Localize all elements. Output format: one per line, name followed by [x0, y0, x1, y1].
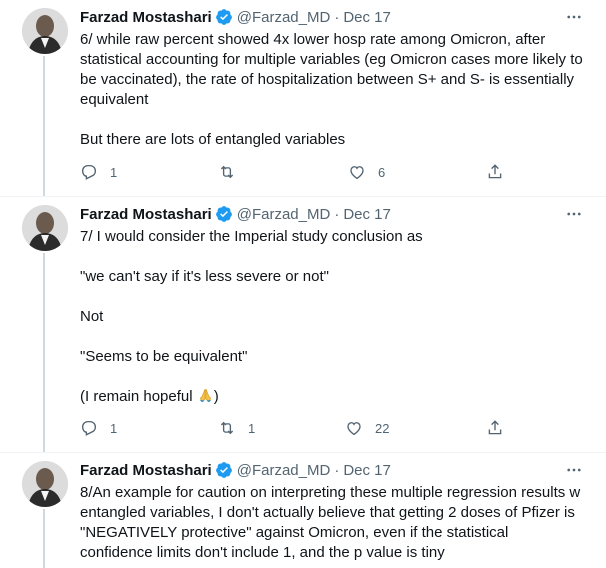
share-button[interactable] [486, 161, 504, 183]
tweet-text-line: be vaccinated), the rate of hospitalizat… [80, 71, 575, 88]
heart-icon [350, 166, 364, 180]
like-button[interactable]: 22 [345, 417, 389, 439]
avatar-photo [22, 8, 68, 54]
tweet-actions: 1 1 22 [80, 417, 510, 439]
avatar-photo [22, 205, 68, 251]
tweet-text-line: statistical accounting for multiple vari… [80, 51, 583, 68]
more-options-icon[interactable] [564, 7, 584, 27]
tweet-text-line: (I remain hopeful ) [80, 387, 590, 407]
author-handle[interactable]: @Farzad_MD [237, 206, 331, 223]
reply-count: 1 [110, 164, 118, 180]
tweet[interactable]: Farzad Mostashari @Farzad_MD · Dec 17 8/… [0, 453, 606, 568]
tweet-date[interactable]: Dec 17 [343, 206, 391, 223]
avatar[interactable] [22, 461, 68, 507]
tweet-text-line: But there are lots of entangled variable… [80, 131, 346, 148]
avatar[interactable] [22, 205, 68, 251]
separator-dot: · [334, 8, 340, 26]
reply-button[interactable]: 1 [80, 417, 117, 439]
avatar-photo [22, 461, 68, 507]
tweet-text-line [80, 110, 590, 130]
tweet-text-line: entangled variables, I don't actually be… [80, 504, 575, 521]
tweet-text-fragment: ) [213, 388, 219, 405]
tweet-text-fragment: (I remain hopeful [80, 388, 197, 405]
reply-icon [81, 420, 97, 436]
author-name[interactable]: Farzad Mostashari [80, 9, 212, 26]
like-count: 6 [378, 164, 386, 180]
like-count: 22 [375, 420, 390, 436]
share-icon [488, 164, 502, 179]
tweet-date[interactable]: Dec 17 [343, 9, 391, 26]
tweet[interactable]: Farzad Mostashari @Farzad_MD · Dec 17 7/… [0, 197, 606, 452]
tweet-date[interactable]: Dec 17 [343, 462, 391, 479]
retweet-button[interactable] [218, 161, 248, 183]
more-options-icon[interactable] [564, 460, 584, 480]
tweet-text-line: confidence limits don't include 1, and t… [80, 544, 445, 561]
tweet-text-line [80, 367, 590, 387]
tweet-text-line: 7/ I would consider the Imperial study c… [80, 228, 423, 245]
author-name[interactable]: Farzad Mostashari [80, 206, 212, 223]
share-button[interactable] [486, 417, 504, 439]
avatar[interactable] [22, 8, 68, 54]
tweet-text: 8/An example for caution on interpreting… [80, 483, 590, 563]
tweet[interactable]: Farzad Mostashari @Farzad_MD · Dec 17 6/… [0, 0, 606, 196]
tweet-text-line: equivalent [80, 91, 149, 108]
author-name[interactable]: Farzad Mostashari [80, 462, 212, 479]
verified-badge-icon [215, 205, 233, 223]
retweet-icon [220, 165, 234, 179]
tweet-text-line: "Seems to be equivalent" [80, 348, 248, 365]
verified-badge-icon [215, 461, 233, 479]
retweet-count: 1 [248, 420, 256, 436]
thread-line [43, 509, 45, 568]
more-options-icon[interactable] [564, 204, 584, 224]
thread-line [43, 253, 45, 452]
tweet-text-line [80, 247, 590, 267]
retweet-icon [220, 421, 234, 435]
tweet-text-line: Not [80, 308, 104, 325]
author-handle[interactable]: @Farzad_MD [237, 462, 331, 479]
verified-badge-icon [215, 8, 233, 26]
reply-count: 1 [110, 420, 118, 436]
tweet-text-line: "NEGATIVELY protective" against Omicron,… [80, 524, 509, 541]
tweet-text-line [80, 327, 590, 347]
reply-button[interactable]: 1 [80, 161, 117, 183]
tweet-text: 6/ while raw percent showed 4x lower hos… [80, 30, 590, 150]
share-icon [488, 420, 502, 435]
tweet-text-line [80, 287, 590, 307]
author-handle[interactable]: @Farzad_MD [237, 9, 331, 26]
tweet-text: 7/ I would consider the Imperial study c… [80, 227, 590, 407]
tweet-text-line: "we can't say if it's less severe or not… [80, 268, 329, 285]
separator-dot: · [334, 461, 340, 479]
heart-icon [347, 422, 361, 436]
separator-dot: · [334, 205, 340, 223]
tweet-text-line: 8/An example for caution on interpreting… [80, 484, 581, 501]
thread-line [43, 56, 45, 196]
like-button[interactable]: 6 [348, 161, 385, 183]
tweet-actions: 1 6 [80, 161, 510, 183]
reply-icon [81, 164, 97, 180]
folded-hands-emoji [197, 387, 214, 404]
tweet-text-line: 6/ while raw percent showed 4x lower hos… [80, 31, 546, 48]
retweet-button[interactable]: 1 [218, 417, 255, 439]
